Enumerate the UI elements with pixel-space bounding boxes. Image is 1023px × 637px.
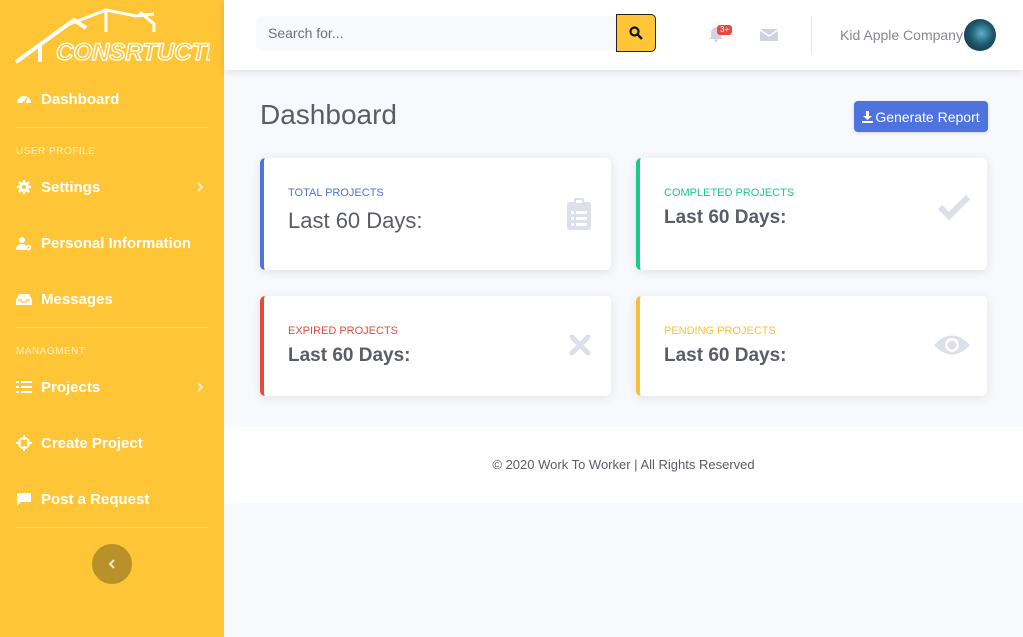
sidebar-item-messages[interactable]: Messages <box>16 287 208 311</box>
sidebar-item-personal-information[interactable]: Personal Information <box>16 231 208 255</box>
card-total-projects: TOTAL PROJECTS Last 60 Days: <box>260 158 611 270</box>
generate-report-button[interactable]: Generate Report <box>854 101 988 132</box>
page-title: Dashboard <box>260 99 397 130</box>
card-caption: COMPLETED PROJECTS <box>664 187 795 199</box>
times-icon <box>569 334 591 356</box>
sidebar-divider <box>16 527 208 528</box>
user-gear-icon <box>16 235 32 251</box>
search-icon <box>629 26 643 40</box>
card-caption: PENDING PROJECTS <box>664 325 776 337</box>
card-value: Last 60 Days: <box>664 207 787 228</box>
sidebar-item-label: Projects <box>41 378 101 396</box>
alerts-badge: 3+ <box>717 25 733 35</box>
chevron-left-icon <box>108 559 115 569</box>
search-form <box>256 14 656 52</box>
sidebar-toggle-button[interactable] <box>92 544 132 584</box>
dashboard-icon <box>16 91 32 107</box>
footer-copyright: © 2020 Work To Worker | All Rights Reser… <box>492 457 755 472</box>
sidebar-item-create-project[interactable]: Create Project <box>16 431 208 455</box>
envelope-icon[interactable] <box>760 28 778 42</box>
sidebar-item-label: Create Project <box>41 434 143 452</box>
user-name[interactable]: Kid Apple Company <box>840 27 963 43</box>
sidebar-item-label: Messages <box>41 290 113 308</box>
card-completed-projects: COMPLETED PROJECTS Last 60 Days: <box>636 158 987 270</box>
clipboard-list-icon <box>567 198 591 230</box>
card-caption: EXPIRED PROJECTS <box>288 325 399 337</box>
crosshairs-icon <box>16 435 32 451</box>
search-input[interactable] <box>256 16 616 50</box>
search-button[interactable] <box>616 14 656 52</box>
sidebar-divider <box>16 127 208 128</box>
sidebar-item-settings[interactable]: Settings <box>16 175 208 199</box>
chevron-right-icon <box>197 382 204 392</box>
sidebar: CONSRTUCTION Dashboard USER PROFILE Sett… <box>0 0 224 637</box>
footer: © 2020 Work To Worker | All Rights Reser… <box>224 427 1023 503</box>
sidebar-item-label: Personal Information <box>41 234 192 252</box>
sidebar-item-projects[interactable]: Projects <box>16 375 208 399</box>
sidebar-heading-management: MANAGMENT <box>16 346 86 357</box>
topbar-divider <box>811 16 812 54</box>
check-icon <box>937 194 971 220</box>
card-expired-projects: EXPIRED PROJECTS Last 60 Days: <box>260 296 611 396</box>
chevron-right-icon <box>197 182 204 192</box>
tasks-icon <box>16 379 32 395</box>
sidebar-item-label: Settings <box>41 178 101 196</box>
card-caption: TOTAL PROJECTS <box>288 187 384 199</box>
sidebar-item-post-request[interactable]: Post a Request <box>16 487 208 511</box>
inbox-icon <box>16 291 32 307</box>
brand-logo[interactable]: CONSRTUCTION <box>14 6 210 66</box>
brand-text: CONSRTUCTION <box>56 39 210 66</box>
comment-icon <box>16 491 32 507</box>
download-icon <box>862 110 874 123</box>
card-value: Last 60 Days: <box>288 345 411 366</box>
avatar[interactable] <box>964 19 996 51</box>
generate-report-label: Generate Report <box>875 108 980 125</box>
sidebar-item-dashboard[interactable]: Dashboard <box>16 87 208 111</box>
sidebar-item-label: Post a Request <box>41 490 150 508</box>
card-pending-projects: PENDING PROJECTS Last 60 Days: <box>636 296 987 396</box>
gear-icon <box>16 179 32 195</box>
eye-icon <box>934 335 970 355</box>
topbar: 3+ Kid Apple Company <box>224 0 1023 70</box>
sidebar-item-label: Dashboard <box>41 90 120 108</box>
sidebar-divider <box>16 327 208 328</box>
card-value: Last 60 Days: <box>288 208 423 233</box>
card-value: Last 60 Days: <box>664 345 787 366</box>
sidebar-heading-user-profile: USER PROFILE <box>16 146 96 157</box>
